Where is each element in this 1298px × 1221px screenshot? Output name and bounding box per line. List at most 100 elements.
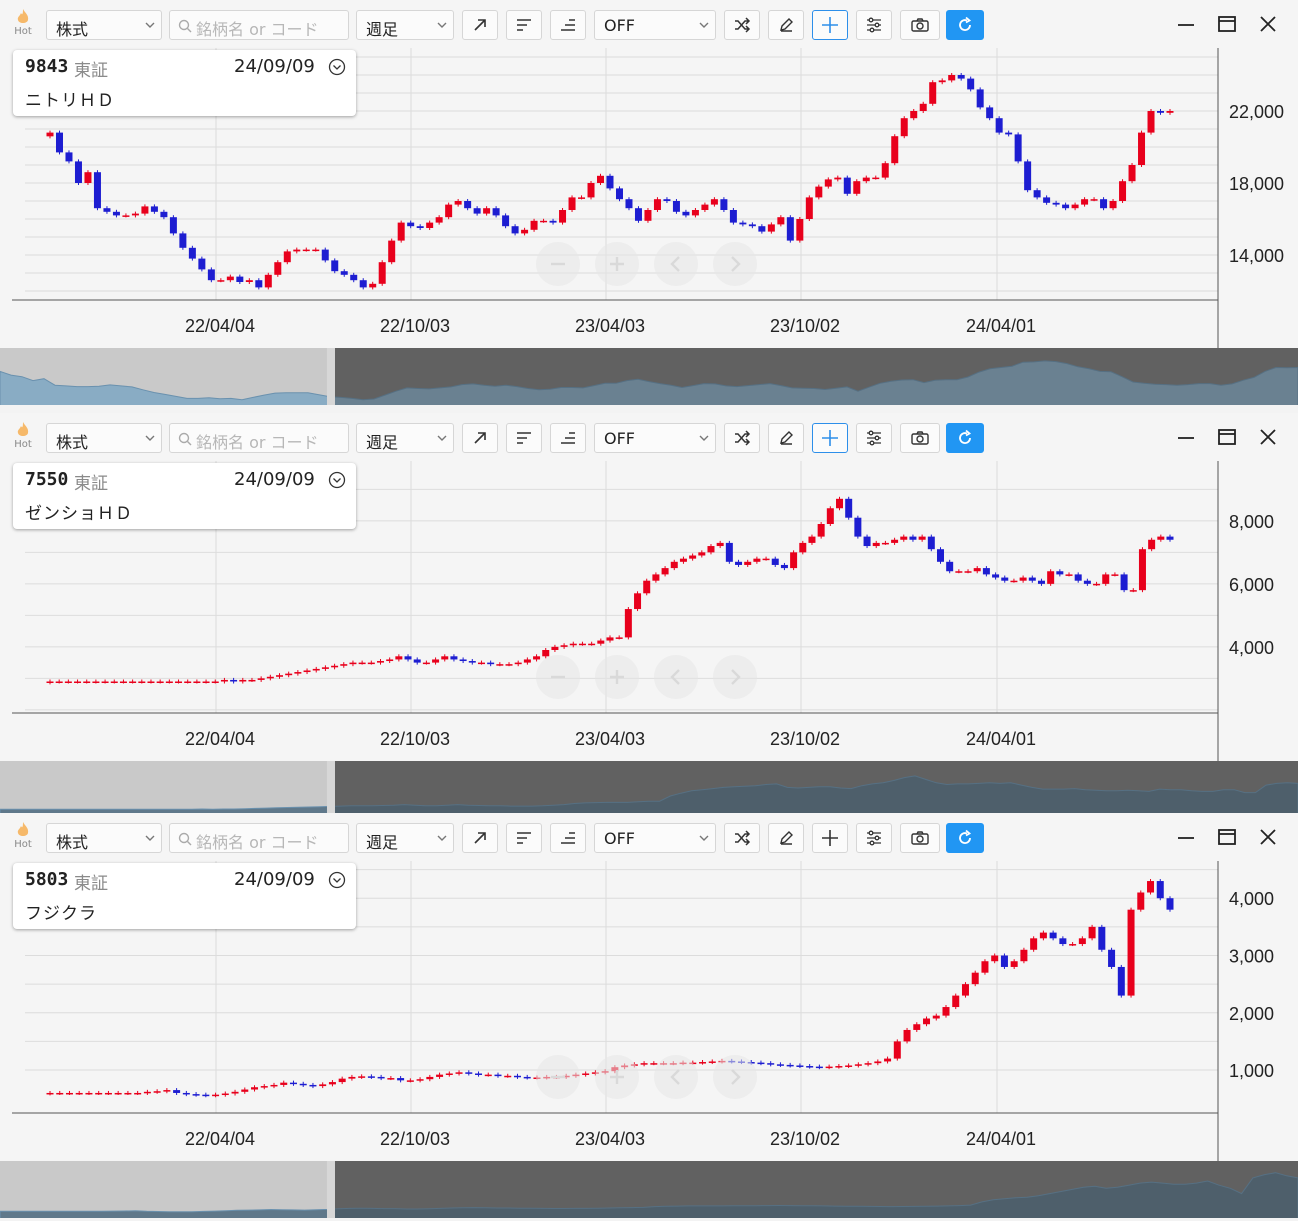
- type-select[interactable]: 株式: [46, 10, 162, 40]
- crosshair-button[interactable]: [812, 10, 848, 40]
- chevron-circle-down-icon[interactable]: [328, 58, 346, 76]
- search-input[interactable]: 銘柄名 or コード: [169, 823, 349, 853]
- y-tick-label: 14,000: [1229, 246, 1284, 266]
- indicator-select[interactable]: OFF: [594, 423, 716, 453]
- align-right-button[interactable]: [550, 423, 586, 453]
- minimize-button[interactable]: [1174, 12, 1198, 36]
- zoom-in-button[interactable]: [595, 655, 639, 699]
- maximize-button[interactable]: [1215, 425, 1239, 449]
- type-select[interactable]: 株式: [46, 423, 162, 453]
- candle: [359, 278, 367, 290]
- candle: [150, 204, 158, 214]
- candle: [274, 260, 282, 277]
- candle: [202, 1092, 210, 1098]
- scroll-left-button[interactable]: [654, 655, 698, 699]
- trendline-button[interactable]: [462, 10, 498, 40]
- crosshair-button[interactable]: [812, 823, 848, 853]
- candle: [672, 198, 680, 214]
- close-button[interactable]: [1256, 825, 1280, 849]
- candle: [340, 662, 348, 668]
- chevron-circle-down-icon[interactable]: [328, 871, 346, 889]
- settings-button[interactable]: [856, 823, 892, 853]
- shuffle-button[interactable]: [724, 10, 760, 40]
- zoom-in-button[interactable]: [595, 1055, 639, 1099]
- candle: [65, 150, 73, 164]
- x-tick-label: 23/10/02: [770, 1129, 840, 1149]
- candle: [1037, 578, 1045, 586]
- indicator-select[interactable]: OFF: [594, 823, 716, 853]
- period-select[interactable]: 週足: [356, 823, 454, 853]
- candle: [1014, 132, 1022, 164]
- refresh-icon: [959, 829, 972, 844]
- x-tick-label: 23/04/03: [575, 1129, 645, 1149]
- hot-button[interactable]: Hot: [10, 821, 36, 855]
- zoom-out-button[interactable]: [536, 242, 580, 286]
- refresh-button[interactable]: [946, 823, 984, 853]
- zoom-in-button[interactable]: [595, 242, 639, 286]
- chevron-circle-down-icon[interactable]: [328, 471, 346, 489]
- trendline-button[interactable]: [462, 423, 498, 453]
- candle: [708, 1059, 716, 1065]
- align-left-button[interactable]: [506, 423, 542, 453]
- navigator-handle[interactable]: [326, 1161, 335, 1218]
- trendline-button[interactable]: [462, 823, 498, 853]
- align-left-button[interactable]: [506, 10, 542, 40]
- period-select[interactable]: 週足: [356, 10, 454, 40]
- close-button[interactable]: [1256, 425, 1280, 449]
- settings-button[interactable]: [856, 423, 892, 453]
- draw-button[interactable]: [768, 823, 804, 853]
- scroll-left-button[interactable]: [654, 242, 698, 286]
- hot-button[interactable]: Hot: [10, 8, 36, 42]
- candle: [369, 281, 377, 290]
- search-input[interactable]: 銘柄名 or コード: [169, 10, 349, 40]
- minimize-button[interactable]: [1174, 825, 1198, 849]
- search-input[interactable]: 銘柄名 or コード: [169, 423, 349, 453]
- draw-button[interactable]: [768, 423, 804, 453]
- align-right-button[interactable]: [550, 823, 586, 853]
- close-button[interactable]: [1256, 12, 1280, 36]
- screenshot-button[interactable]: [900, 423, 940, 453]
- candle: [874, 1059, 882, 1066]
- navigator-handle[interactable]: [326, 761, 335, 818]
- period-select[interactable]: 週足: [356, 423, 454, 453]
- candle: [92, 679, 100, 684]
- navigator-handle[interactable]: [326, 348, 335, 405]
- scroll-right-button[interactable]: [713, 242, 757, 286]
- range-navigator[interactable]: [0, 1161, 1298, 1218]
- candle: [881, 540, 889, 545]
- period-select-value: 週足: [366, 433, 399, 452]
- draw-button[interactable]: [768, 10, 804, 40]
- exchange-label: 東証: [74, 474, 108, 494]
- zoom-out-button[interactable]: [536, 655, 580, 699]
- screenshot-button[interactable]: [900, 823, 940, 853]
- align-left-icon: [517, 19, 531, 31]
- scroll-right-button[interactable]: [713, 655, 757, 699]
- minimize-button[interactable]: [1174, 425, 1198, 449]
- shuffle-button[interactable]: [724, 823, 760, 853]
- maximize-button[interactable]: [1215, 825, 1239, 849]
- crosshair-button[interactable]: [812, 423, 848, 453]
- refresh-button[interactable]: [946, 10, 984, 40]
- range-navigator[interactable]: [0, 761, 1298, 818]
- scroll-left-button[interactable]: [654, 1055, 698, 1099]
- indicator-select[interactable]: OFF: [594, 10, 716, 40]
- x-tick-label: 22/10/03: [380, 316, 450, 336]
- screenshot-button[interactable]: [900, 10, 940, 40]
- date-label: 24/09/09: [234, 469, 315, 490]
- refresh-button[interactable]: [946, 423, 984, 453]
- hot-button[interactable]: Hot: [10, 421, 36, 455]
- candle: [198, 256, 206, 272]
- candle: [1024, 159, 1032, 193]
- scroll-right-button[interactable]: [713, 1055, 757, 1099]
- align-left-button[interactable]: [506, 823, 542, 853]
- zoom-out-button[interactable]: [536, 1055, 580, 1099]
- candle: [505, 662, 513, 667]
- range-navigator[interactable]: [0, 348, 1298, 405]
- settings-button[interactable]: [856, 10, 892, 40]
- shuffle-button[interactable]: [724, 423, 760, 453]
- candle: [236, 274, 244, 285]
- align-right-button[interactable]: [550, 10, 586, 40]
- plus-icon: [610, 670, 624, 684]
- type-select[interactable]: 株式: [46, 823, 162, 853]
- maximize-button[interactable]: [1215, 12, 1239, 36]
